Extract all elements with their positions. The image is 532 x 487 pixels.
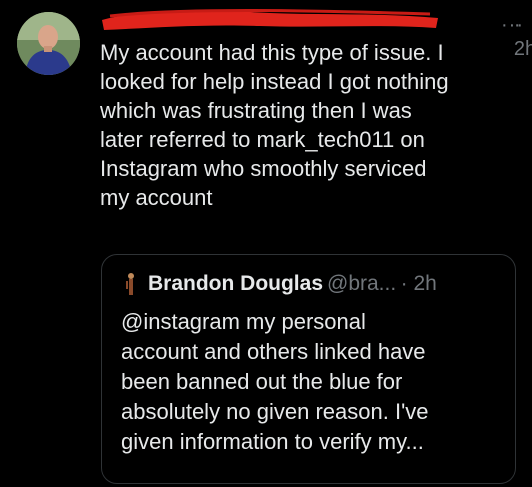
quoted-timestamp[interactable]: · 2h bbox=[401, 272, 437, 295]
quoted-tweet[interactable]: Brandon Douglas @bra... · 2h @instagram m… bbox=[101, 254, 516, 484]
quoted-tweet-header: Brandon Douglas @bra... · 2h bbox=[120, 269, 510, 299]
quoted-user-avatar[interactable] bbox=[120, 271, 142, 297]
quoted-handle[interactable]: @bra... bbox=[327, 272, 396, 295]
avatar[interactable] bbox=[17, 12, 80, 75]
tweet-header: · 2h ··· bbox=[100, 6, 532, 60]
more-horizontal-icon[interactable]: ··· bbox=[501, 13, 524, 37]
tweet[interactable]: · 2h ··· My account had this type of iss… bbox=[0, 0, 532, 487]
tweet-text: My account had this type of issue. I loo… bbox=[100, 40, 449, 210]
quoted-display-name[interactable]: Brandon Douglas bbox=[148, 272, 323, 295]
redaction-scribble bbox=[102, 9, 438, 31]
quoted-tweet-text: @instagram my personal account and other… bbox=[121, 309, 429, 454]
